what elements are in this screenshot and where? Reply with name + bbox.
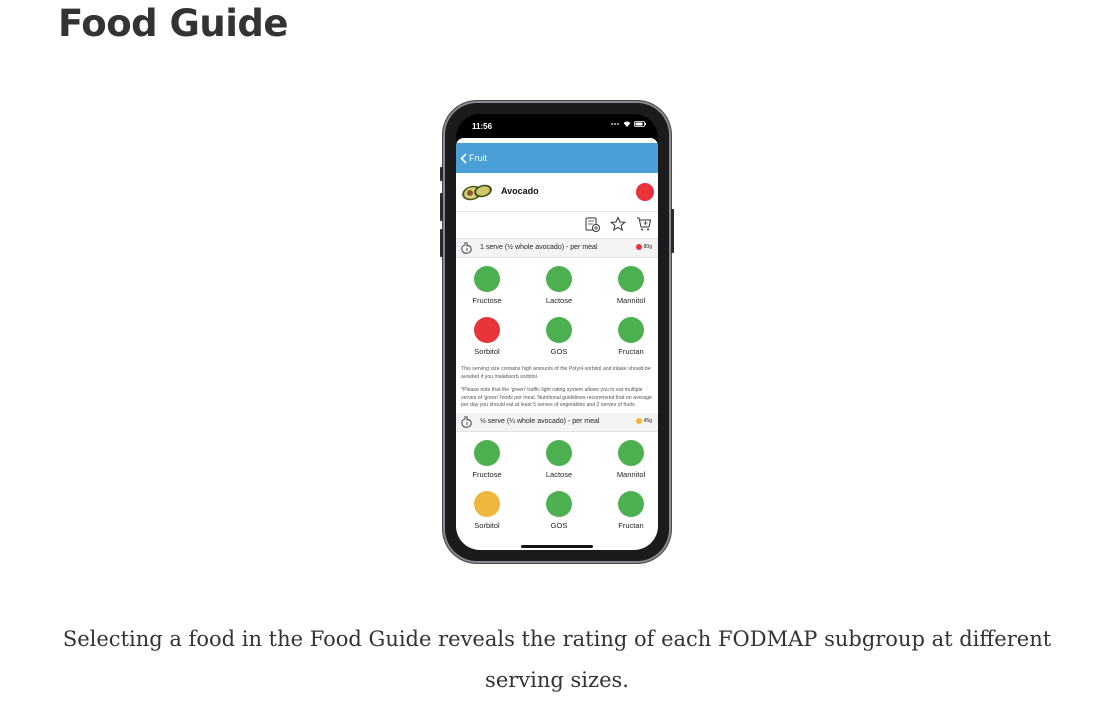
rating-circle (618, 266, 644, 292)
rating-circle (474, 317, 500, 343)
rating-circle (546, 490, 572, 517)
fodmap-label: Fructose (472, 296, 502, 305)
chevron-left-icon (460, 152, 467, 164)
food-header: Avocado (456, 173, 658, 212)
phone-screen: 11:56 Fruit Avocado 1 serve (½ whole avo… (456, 114, 658, 550)
back-button[interactable]: Fruit (460, 152, 487, 164)
fodmap-grid: Fructose Lactose Mannitol Sorbitol GOS F… (456, 258, 653, 360)
serve-header[interactable]: ½ serve (¼ whole avocado) - per meal 45g (456, 412, 658, 432)
status-bar: 11:56 (456, 114, 658, 138)
fodmap-label: Fructose (472, 469, 502, 479)
serve-header[interactable]: 1 serve (½ whole avocado) - per meal 80g (456, 239, 658, 258)
food-rating-indicator (636, 183, 654, 201)
figure-caption: Selecting a food in the Food Guide revea… (62, 627, 1052, 692)
serve-label: ½ serve (¼ whole avocado) - per meal (480, 417, 600, 425)
fodmap-item: GOS (523, 483, 595, 534)
fodmap-label: Lactose (545, 296, 573, 305)
fodmap-item: Fructose (456, 432, 523, 483)
rating-circle (618, 439, 644, 466)
fodmap-item: GOS (523, 309, 595, 360)
fodmap-label: GOS (550, 520, 568, 530)
mute-switch (440, 167, 443, 181)
food-name: Avocado (501, 186, 539, 196)
back-label: Fruit (469, 153, 487, 163)
fodmap-label: Lactose (545, 469, 573, 479)
add-note-icon[interactable] (584, 216, 600, 232)
fodmap-label: Fructan (618, 347, 644, 356)
action-bar (456, 212, 658, 239)
power-button (671, 209, 674, 253)
wifi-icon (623, 121, 631, 127)
fodmap-item: Fructose (456, 258, 523, 309)
signal-icon (611, 123, 619, 125)
serve-weight: 80g (643, 244, 652, 250)
fodmap-item: Mannitol (595, 432, 658, 483)
battery-icon (634, 121, 646, 127)
fodmap-label: Sorbitol (474, 347, 500, 356)
fodmap-label: GOS (550, 347, 568, 356)
fodmap-item: Sorbitol (456, 309, 523, 360)
serve-note-disclaimer: *Please note that the 'green' traffic li… (461, 387, 652, 409)
rating-circle (546, 266, 572, 292)
serve-label: 1 serve (½ whole avocado) - per meal (480, 244, 598, 251)
serve-rating-dot (635, 244, 642, 250)
serve-weight: 45g (643, 417, 652, 424)
fodmap-item: Fructan (595, 309, 658, 360)
fodmap-item: Sorbitol (456, 483, 523, 534)
fodmap-item: Lactose (523, 258, 595, 309)
rating-circle (618, 317, 644, 343)
rating-circle (618, 490, 644, 517)
serve-note-text: This serving size contains high amounts … (461, 366, 651, 380)
home-indicator (521, 545, 593, 548)
avocado-icon (462, 184, 492, 201)
fodmap-label: Fructan (618, 520, 644, 530)
rating-circle (474, 439, 500, 466)
stomach-icon (461, 242, 472, 254)
rating-circle (474, 266, 500, 292)
rating-circle (546, 439, 572, 466)
phone-mockup: 11:56 Fruit Avocado 1 serve (½ whole avo… (440, 101, 674, 563)
volume-down-button (440, 229, 443, 257)
status-time: 11:56 (472, 122, 493, 131)
serve-rating-dot (635, 417, 642, 424)
page-title: Food Guide (58, 2, 288, 45)
fodmap-item: Fructan (595, 483, 658, 534)
nav-bar: Fruit (456, 143, 658, 173)
fodmap-label: Mannitol (616, 296, 646, 305)
fodmap-item: Mannitol (595, 258, 658, 309)
stomach-icon (461, 415, 472, 428)
fodmap-label: Mannitol (616, 469, 646, 479)
app-sheet: Fruit Avocado 1 serve (½ whole avocado) … (456, 138, 658, 550)
star-icon[interactable] (610, 216, 626, 232)
rating-circle (546, 317, 572, 343)
volume-up-button (440, 193, 443, 221)
add-to-cart-icon[interactable] (636, 216, 652, 232)
rating-circle (474, 490, 500, 517)
fodmap-label: Sorbitol (474, 520, 500, 530)
fodmap-item: Lactose (523, 432, 595, 483)
serve-note: This serving size contains high amounts … (456, 360, 658, 410)
fodmap-grid: Fructose Lactose Mannitol Sorbitol GOS F… (456, 432, 653, 534)
